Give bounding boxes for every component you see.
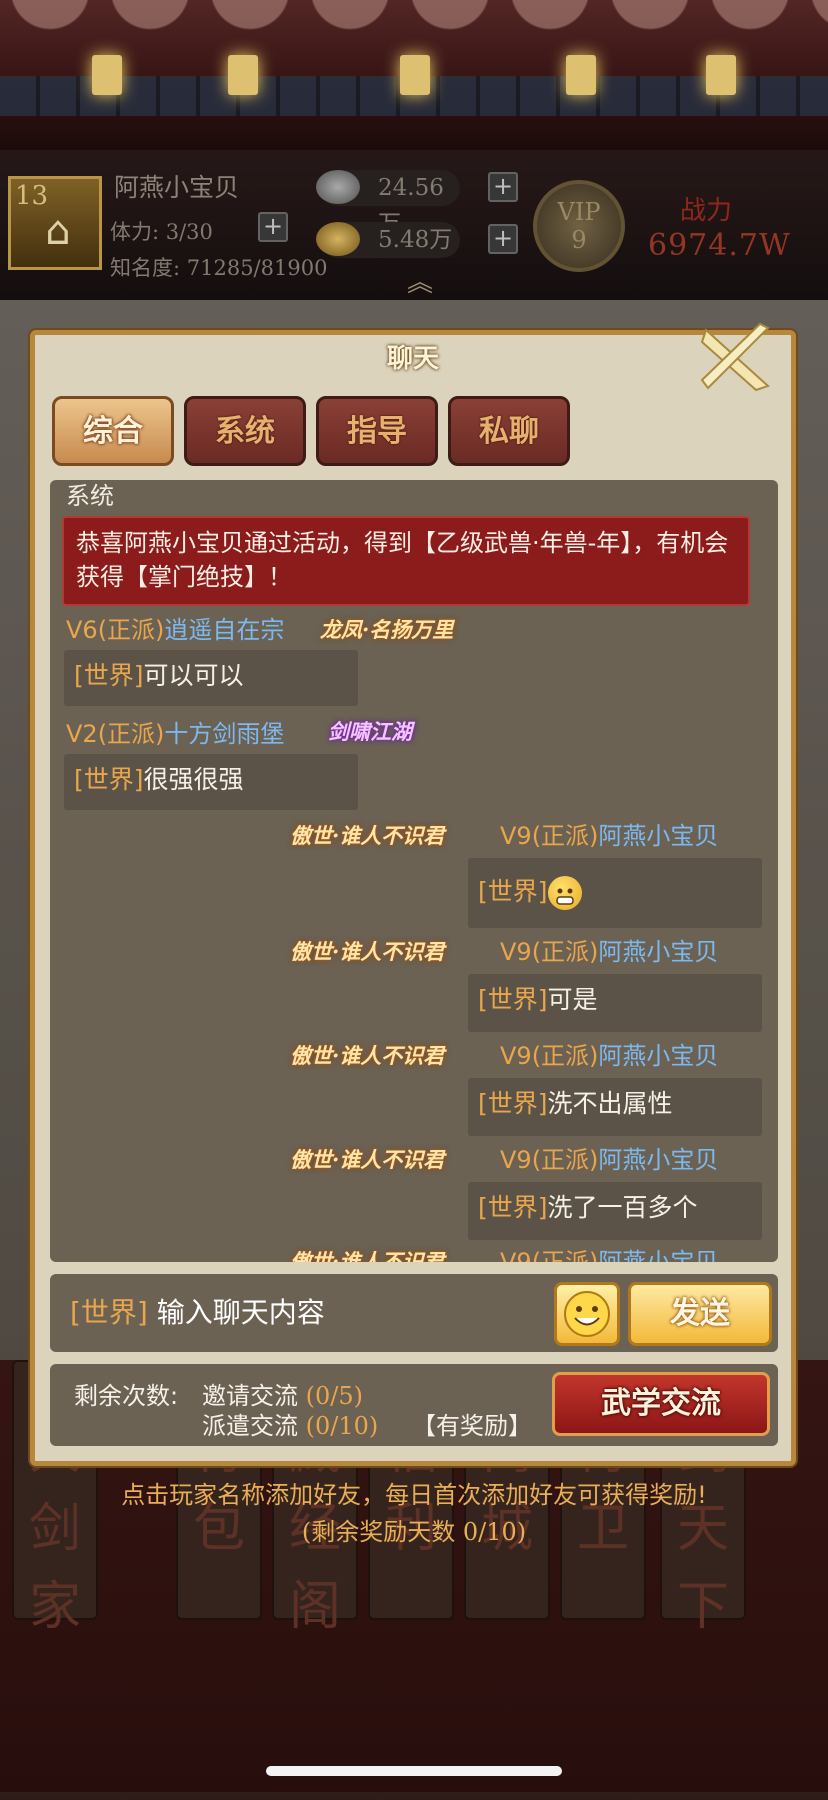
channel-tag: [世界] xyxy=(74,765,144,794)
dispatch-label: 派遣交流 xyxy=(202,1412,298,1440)
vip-tag: V9(正派) xyxy=(500,1248,599,1262)
reward-days-hint: (剩余奖励天数 0/10) xyxy=(301,1518,527,1546)
input-placeholder: 输入聊天内容 xyxy=(156,1296,325,1329)
home-indicator[interactable] xyxy=(266,1766,562,1776)
vip-tag: V9(正派) xyxy=(500,938,599,966)
send-button[interactable]: 发送 xyxy=(628,1282,772,1346)
martial-exchange-button[interactable]: 武学交流 xyxy=(552,1372,770,1436)
exchange-remaining-panel: 剩余次数: 邀请交流 (0/5) 派遣交流 (0/10) 【有奖励】 武学交流 xyxy=(50,1364,778,1446)
chat-message-list[interactable]: 系统 恭喜阿燕小宝贝通过活动，得到【乙级武兽·年兽-年】，有机会获得【掌门绝技】… xyxy=(50,480,778,1262)
title-badge: 剑啸江湖 xyxy=(328,719,412,744)
channel-tag: [世界] xyxy=(478,1193,548,1222)
system-label: 系统 xyxy=(66,482,114,510)
sender-name[interactable]: 阿燕小宝贝 xyxy=(598,822,718,850)
dispatch-ratio: (0/10) xyxy=(305,1412,379,1440)
message-sender[interactable]: V9(正派)阿燕小宝贝 xyxy=(500,1242,718,1262)
remaining-label: 剩余次数: xyxy=(74,1382,179,1410)
reward-label: 【有奖励】 xyxy=(412,1412,532,1440)
message-text: 洗不出属性 xyxy=(547,1089,673,1118)
message-sender[interactable]: V6(正派)逍遥自在宗 xyxy=(66,610,284,645)
message-sender[interactable]: V9(正派)阿燕小宝贝 xyxy=(500,816,718,851)
channel-tag: [世界] xyxy=(478,1089,548,1118)
tab-system[interactable]: 系统 xyxy=(184,396,306,466)
chat-bubble: [世界]可是 xyxy=(468,974,762,1032)
tab-general[interactable]: 综合 xyxy=(52,396,174,466)
sender-name[interactable]: 阿燕小宝贝 xyxy=(598,938,718,966)
tab-private-chat[interactable]: 私聊 xyxy=(448,396,570,466)
message-sender[interactable]: V2(正派)十方剑雨堡 xyxy=(66,714,284,749)
message-text: 很强很强 xyxy=(143,765,244,794)
title-badge: 傲世·谁人不识君 xyxy=(290,939,445,964)
sender-name[interactable]: 逍遥自在宗 xyxy=(164,616,284,644)
system-message: 恭喜阿燕小宝贝通过活动，得到【乙级武兽·年兽-年】，有机会获得【掌门绝技】！ xyxy=(62,516,750,606)
close-icon[interactable] xyxy=(698,322,776,394)
tab-guidance[interactable]: 指导 xyxy=(316,396,438,466)
grinning-emoji-icon xyxy=(547,876,582,910)
vip-tag: V2(正派) xyxy=(66,720,165,748)
title-badge: 傲世·谁人不识君 xyxy=(290,823,445,848)
sender-name[interactable]: 阿燕小宝贝 xyxy=(598,1248,718,1262)
sender-name[interactable]: 阿燕小宝贝 xyxy=(598,1042,718,1070)
message-text: 可是 xyxy=(547,985,598,1014)
vip-tag: V9(正派) xyxy=(500,822,599,850)
message-text: 洗了一百多个 xyxy=(547,1193,698,1222)
message-text: 可以可以 xyxy=(143,661,244,690)
dialog-title: 聊天 xyxy=(386,344,439,374)
add-friend-hint: 点击玩家名称添加好友，每日首次添加好友可获得奖励! xyxy=(121,1481,707,1509)
vip-tag: V9(正派) xyxy=(500,1146,599,1174)
emoji-button[interactable] xyxy=(554,1282,620,1346)
message-sender[interactable]: V9(正派)阿燕小宝贝 xyxy=(500,1036,718,1071)
chat-bubble: [世界]可以可以 xyxy=(64,650,358,706)
sender-name[interactable]: 十方剑雨堡 xyxy=(164,720,284,748)
channel-tag: [世界] xyxy=(74,661,144,690)
chat-input-row: [世界] 输入聊天内容 发送 xyxy=(50,1274,778,1352)
chat-bubble: [世界]很强很强 xyxy=(64,754,358,810)
channel-tag: [世界] xyxy=(478,877,548,906)
chat-bubble: [世界] xyxy=(468,858,762,928)
message-sender[interactable]: V9(正派)阿燕小宝贝 xyxy=(500,1140,718,1175)
vip-tag: V6(正派) xyxy=(66,616,165,644)
vip-tag: V9(正派) xyxy=(500,1042,599,1070)
sender-name[interactable]: 阿燕小宝贝 xyxy=(598,1146,718,1174)
chat-bubble: [世界]洗不出属性 xyxy=(468,1078,762,1136)
title-badge: 龙凤·名扬万里 xyxy=(320,617,454,642)
dispatch-count: 派遣交流 (0/10) xyxy=(202,1406,378,1441)
chat-input[interactable]: [世界] 输入聊天内容 xyxy=(58,1280,542,1346)
input-channel-tag[interactable]: [世界] xyxy=(70,1296,148,1329)
channel-tag: [世界] xyxy=(478,985,548,1014)
title-badge: 傲世·谁人不识君 xyxy=(290,1249,445,1262)
title-badge: 傲世·谁人不识君 xyxy=(290,1147,445,1172)
message-sender[interactable]: V9(正派)阿燕小宝贝 xyxy=(500,932,718,967)
smiley-icon xyxy=(564,1291,610,1337)
chat-bubble: [世界]洗了一百多个 xyxy=(468,1182,762,1240)
title-badge: 傲世·谁人不识君 xyxy=(290,1043,445,1068)
